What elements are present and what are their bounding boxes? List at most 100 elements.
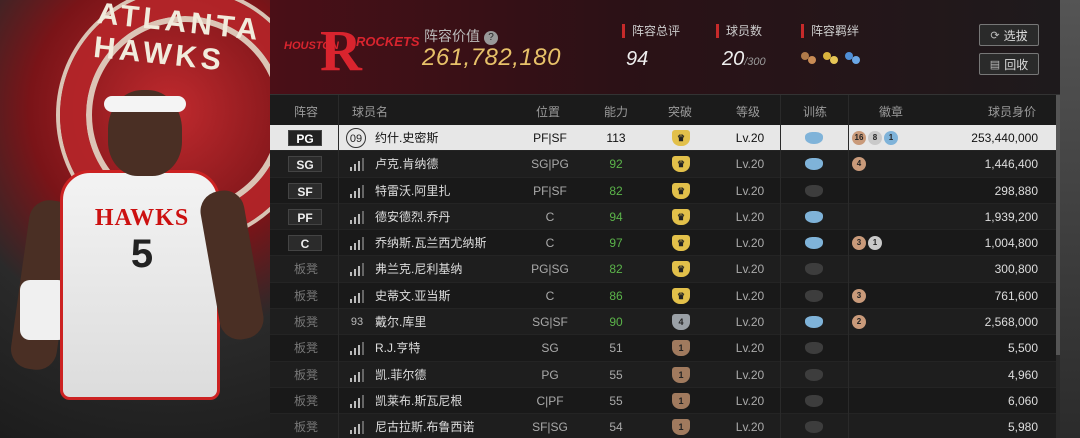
- slot-label: 板凳: [294, 341, 319, 356]
- col-name[interactable]: 球员名: [352, 103, 388, 120]
- badge-icon[interactable]: 4: [852, 157, 866, 172]
- player-name[interactable]: 史蒂文.亚当斯: [375, 283, 450, 309]
- player-name[interactable]: 卢克.肯纳德: [375, 151, 438, 177]
- table-row[interactable]: 板凳 尼古拉斯.布鲁西诺 SF|SG 54 1 Lv.20 5,980: [270, 414, 1060, 438]
- badge-icon[interactable]: 3: [852, 236, 866, 251]
- player-price: 1,004,800: [984, 236, 1038, 251]
- table-row[interactable]: C 乔纳斯.瓦兰西尤纳斯 C 97 ♛ Lv.20 3 1 1,004,800: [270, 230, 1060, 257]
- recycle-button[interactable]: ▤ 回收: [979, 53, 1039, 75]
- player-price: 1,446,400: [984, 157, 1038, 172]
- roster-value: 261,782,180: [422, 44, 561, 71]
- player-position: SF|SG: [532, 420, 568, 435]
- bond-blue-icon[interactable]: [845, 50, 861, 66]
- col-price[interactable]: 球员身价: [988, 103, 1036, 120]
- signal-icon: [350, 184, 364, 198]
- player-name[interactable]: 戴尔.库里: [375, 309, 426, 335]
- slot-label: 板凳: [294, 393, 319, 408]
- player-level: Lv.20: [735, 183, 765, 198]
- col-level[interactable]: 等级: [736, 103, 760, 120]
- player-name[interactable]: R.J.亨特: [375, 335, 420, 361]
- training-icon[interactable]: [805, 368, 823, 381]
- training-icon[interactable]: [805, 158, 823, 171]
- table-row[interactable]: 板凳 凯莱布.斯瓦尼根 C|PF 55 1 Lv.20 6,060: [270, 388, 1060, 415]
- table-row[interactable]: 板凳 凯.菲尔德 PG 55 1 Lv.20 4,960: [270, 361, 1060, 388]
- player-level: Lv.20: [735, 157, 765, 172]
- slot-label: 板凳: [294, 262, 319, 277]
- player-level: Lv.20: [735, 288, 765, 303]
- player-level: Lv.20: [735, 341, 765, 356]
- player-position: SG|SF: [532, 315, 568, 330]
- training-icon[interactable]: [805, 394, 823, 407]
- player-position: C: [545, 288, 555, 303]
- crown-icon: ♛: [672, 287, 690, 304]
- headband: [104, 96, 186, 112]
- crown-icon: ♛: [672, 182, 690, 199]
- table-row[interactable]: PF 德安德烈.乔丹 C 94 ♛ Lv.20 1,939,200: [270, 203, 1060, 231]
- table-row[interactable]: SG 卢克.肯纳德 SG|PG 92 ♛ Lv.20 4 1,446,400: [270, 151, 1060, 178]
- player-price: 6,060: [1007, 393, 1038, 408]
- badge-icon[interactable]: 8: [868, 131, 882, 145]
- player-name[interactable]: 约什.史密斯: [375, 125, 438, 151]
- player-level: Lv.20: [735, 236, 765, 251]
- table-row[interactable]: 板凳 史蒂文.亚当斯 C 86 ♛ Lv.20 3 761,600: [270, 283, 1060, 310]
- player-name[interactable]: 凯.菲尔德: [375, 362, 426, 388]
- jersey-number: 09: [346, 128, 366, 148]
- player-name[interactable]: 尼古拉斯.布鲁西诺: [375, 414, 474, 438]
- crown-icon: ♛: [672, 261, 690, 278]
- player-name[interactable]: 特雷沃.阿里扎: [375, 178, 450, 204]
- badge-icon[interactable]: 16: [852, 131, 866, 145]
- training-icon[interactable]: [805, 289, 823, 302]
- slot-badge: SG: [288, 156, 322, 173]
- player-price: 4,960: [1007, 367, 1038, 382]
- select-button[interactable]: ⟳ 选拔: [979, 24, 1039, 46]
- badge-icon[interactable]: 2: [852, 315, 866, 330]
- player-ability: 94: [609, 209, 623, 224]
- players-stat: 球员数 20/300: [716, 24, 766, 71]
- slot-badge: C: [288, 235, 322, 252]
- signal-icon: [350, 289, 364, 303]
- player-level: Lv.20: [735, 262, 765, 277]
- signal-icon: [350, 394, 364, 408]
- col-train[interactable]: 训练: [803, 103, 827, 120]
- col-badges[interactable]: 徽章: [879, 103, 903, 120]
- training-icon[interactable]: [805, 210, 823, 223]
- table-row[interactable]: 板凳 93 戴尔.库里 SG|SF 90 4 Lv.20 2 2,568,000: [270, 309, 1060, 336]
- bond-gold-icon[interactable]: [823, 50, 839, 66]
- badge-icon[interactable]: 3: [852, 288, 866, 303]
- roster-table: PG 09 约什.史密斯 PF|SF 113 ♛ Lv.20 16 8 1 253,440,000 S…: [270, 125, 1060, 438]
- background-edge: [1060, 0, 1080, 438]
- training-icon[interactable]: [805, 132, 823, 144]
- player-position: PG: [541, 367, 559, 382]
- table-row[interactable]: PG 09 约什.史密斯 PF|SF 113 ♛ Lv.20 16 8 1 253,440,000: [270, 125, 1060, 152]
- col-ability[interactable]: 能力: [604, 103, 628, 120]
- bond-icons[interactable]: [801, 50, 861, 66]
- badge-icon[interactable]: 1: [868, 236, 882, 251]
- player-name[interactable]: 凯莱布.斯瓦尼根: [375, 388, 462, 414]
- player-name[interactable]: 乔纳斯.瓦兰西尤纳斯: [375, 230, 486, 256]
- help-icon[interactable]: ?: [484, 31, 498, 45]
- bond-bronze-icon[interactable]: [801, 50, 817, 66]
- player-name[interactable]: 弗兰克.尼利基纳: [375, 256, 462, 282]
- col-breach[interactable]: 突破: [668, 103, 692, 120]
- training-icon[interactable]: [805, 184, 823, 197]
- training-icon[interactable]: [805, 316, 823, 329]
- player-price: 253,440,000: [971, 131, 1038, 145]
- training-icon[interactable]: [805, 263, 823, 276]
- table-row[interactable]: 板凳 R.J.亨特 SG 51 1 Lv.20 5,500: [270, 335, 1060, 362]
- table-row[interactable]: 板凳 弗兰克.尼利基纳 PG|SG 82 ♛ Lv.20 300,800: [270, 256, 1060, 283]
- player-ability: 54: [609, 420, 623, 435]
- table-row[interactable]: SF 特雷沃.阿里扎 PF|SF 82 ♛ Lv.20 298,880: [270, 178, 1060, 204]
- player-level: Lv.20: [735, 420, 765, 435]
- player-position: C: [545, 236, 555, 251]
- team-logo: HOUSTON R ROCKETS: [284, 18, 420, 88]
- training-icon[interactable]: [805, 342, 823, 355]
- player-ability: 55: [609, 367, 623, 382]
- training-icon[interactable]: [805, 421, 823, 434]
- badge-icon[interactable]: 1: [884, 131, 898, 145]
- col-position[interactable]: 位置: [536, 103, 560, 120]
- slot-badge: PF: [288, 208, 322, 225]
- breach-level-badge: 1: [672, 392, 690, 409]
- training-icon[interactable]: [805, 237, 823, 250]
- player-name[interactable]: 德安德烈.乔丹: [375, 204, 450, 230]
- col-slot[interactable]: 阵容: [294, 103, 318, 120]
